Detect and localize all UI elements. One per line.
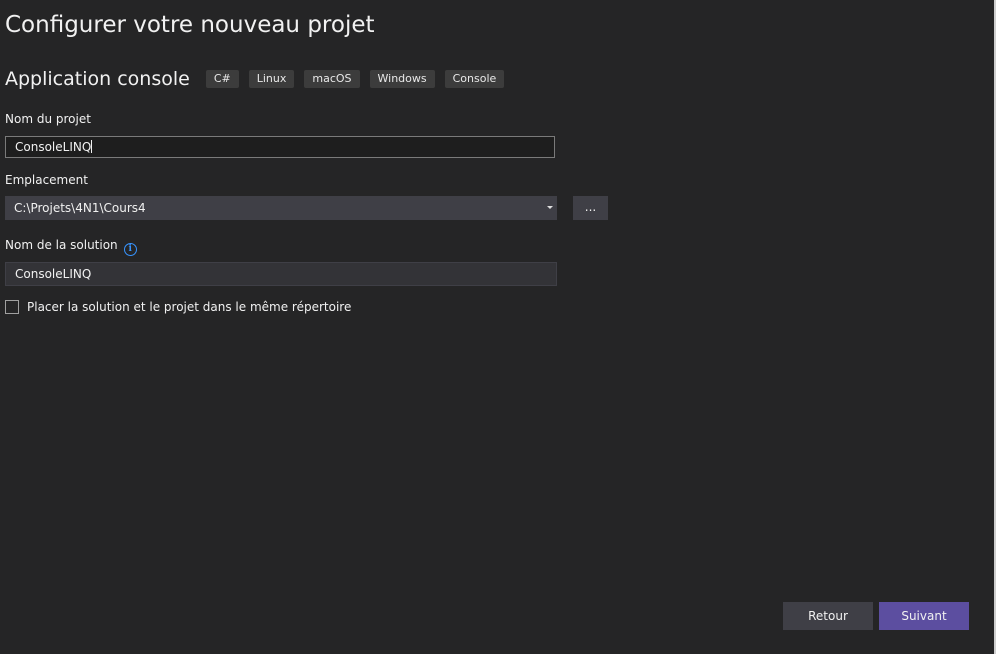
project-name-value: ConsoleLINQ [15,140,92,154]
template-name: Application console [5,68,190,90]
next-button[interactable]: Suivant [879,602,969,630]
chevron-down-icon[interactable] [547,206,553,209]
tag-platform-macos: macOS [304,70,360,88]
solution-name-label: Nom de la solution [5,238,118,252]
solution-name-value: ConsoleLINQ [15,267,92,281]
info-icon[interactable]: i [123,243,137,256]
tag-project-type: Console [444,70,505,88]
same-directory-label[interactable]: Placer la solution et le projet dans le … [27,300,351,314]
location-value: C:\Projets\4N1\Cours4 [14,201,146,215]
page-title: Configurer votre nouveau projet [5,12,375,38]
same-directory-checkbox[interactable] [5,300,19,314]
text-caret [91,140,93,153]
template-header: Application console C# Linux macOS Windo… [5,67,514,91]
tag-platform-linux: Linux [248,70,295,88]
solution-name-label-row: Nom de la solution i [5,238,137,256]
project-name-input[interactable]: ConsoleLINQ [5,136,555,158]
template-tags: C# Linux macOS Windows Console [205,70,514,88]
project-name-label: Nom du projet [5,112,91,126]
location-combobox[interactable]: C:\Projets\4N1\Cours4 [5,196,557,220]
configure-project-dialog: Configurer votre nouveau projet Applicat… [0,0,996,654]
browse-location-button[interactable]: ... [573,196,608,220]
location-label: Emplacement [5,173,88,187]
solution-name-input[interactable]: ConsoleLINQ [5,262,557,286]
back-button[interactable]: Retour [783,602,873,630]
tag-platform-windows: Windows [369,70,435,88]
tag-language: C# [205,70,239,88]
same-directory-option[interactable]: Placer la solution et le projet dans le … [5,299,351,315]
